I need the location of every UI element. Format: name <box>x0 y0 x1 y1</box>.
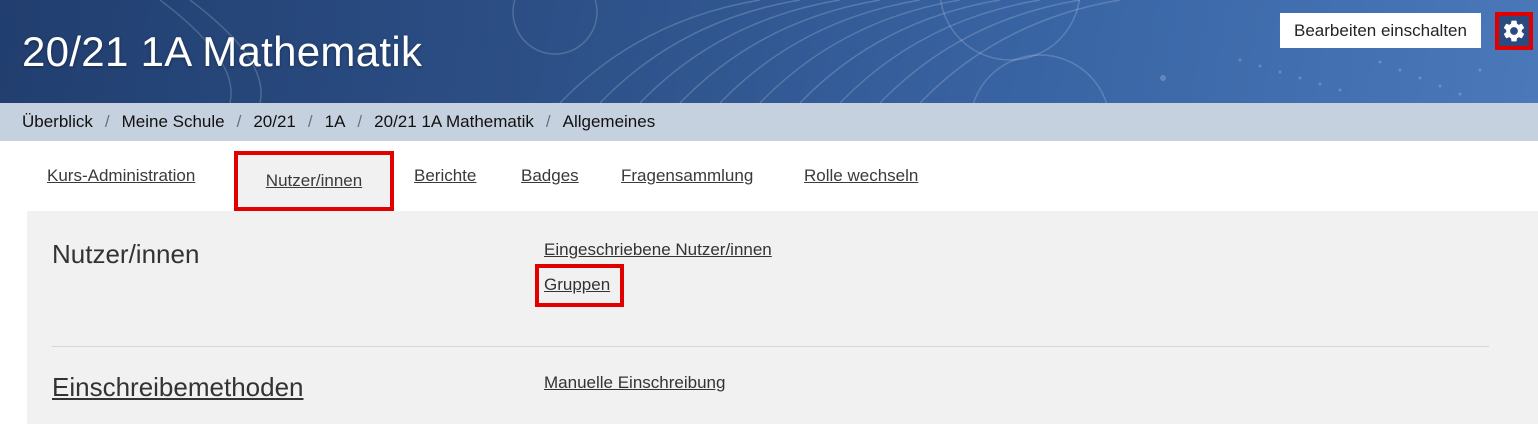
breadcrumb: Überblick / Meine Schule / 20/21 / 1A / … <box>0 103 1538 141</box>
users-settings-panel: Nutzer/innen Eingeschriebene Nutzer/inne… <box>27 211 1538 424</box>
breadcrumb-item-overview[interactable]: Überblick <box>22 112 93 132</box>
breadcrumb-separator: / <box>236 112 242 131</box>
section-divider <box>52 346 1489 347</box>
course-title: 20/21 1A Mathematik <box>22 28 423 75</box>
tab-reports[interactable]: Berichte <box>414 166 476 186</box>
manual-enrolment-link[interactable]: Manuelle Einschreibung <box>544 373 725 393</box>
breadcrumb-item-class[interactable]: 1A <box>325 112 346 132</box>
breadcrumb-item-course[interactable]: 20/21 1A Mathematik <box>374 112 534 132</box>
tab-switch-role[interactable]: Rolle wechseln <box>804 166 918 186</box>
breadcrumb-separator: / <box>307 112 313 131</box>
breadcrumb-item-year[interactable]: 20/21 <box>253 112 296 132</box>
turn-editing-on-button[interactable]: Bearbeiten einschalten <box>1280 13 1481 48</box>
tab-badges[interactable]: Badges <box>521 166 579 186</box>
breadcrumb-item-my-school[interactable]: Meine Schule <box>122 112 225 132</box>
tab-course-administration[interactable]: Kurs-Administration <box>47 166 195 186</box>
enrolled-users-link[interactable]: Eingeschriebene Nutzer/innen <box>544 240 772 260</box>
section-title-enrolment-methods[interactable]: Einschreibemethoden <box>52 372 304 403</box>
groups-link[interactable]: Gruppen <box>544 275 610 295</box>
gear-icon <box>1503 20 1525 42</box>
section-title-users: Nutzer/innen <box>52 239 200 269</box>
breadcrumb-separator: / <box>104 112 110 131</box>
admin-tab-bar: Kurs-Administration Nutzer/innen Bericht… <box>0 141 1538 211</box>
breadcrumb-separator: / <box>545 112 551 131</box>
tab-users[interactable]: Nutzer/innen <box>234 151 394 211</box>
breadcrumb-separator: / <box>357 112 363 131</box>
course-header: 20/21 1A Mathematik Bearbeiten einschalt… <box>0 0 1538 103</box>
breadcrumb-item-general[interactable]: Allgemeines <box>563 112 656 132</box>
tab-question-bank[interactable]: Fragensammlung <box>621 166 753 186</box>
settings-button[interactable] <box>1495 12 1533 50</box>
